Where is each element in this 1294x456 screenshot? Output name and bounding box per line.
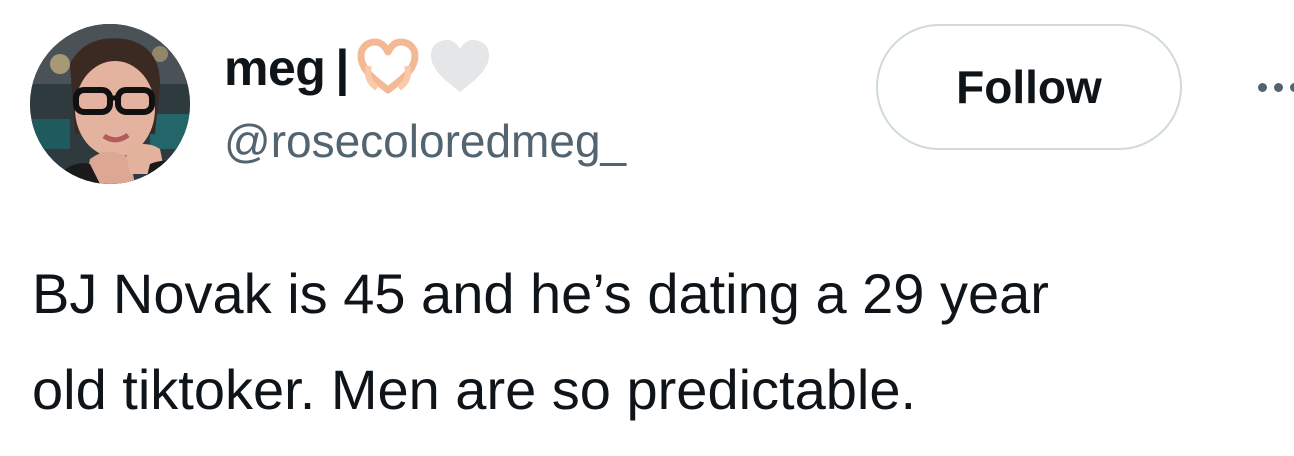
author-handle[interactable]: @rosecoloredmeg_	[224, 114, 626, 168]
name-separator: |	[335, 40, 350, 96]
more-dot	[1290, 83, 1294, 92]
white-heart-emoji-icon	[427, 36, 493, 101]
more-horizontal-icon[interactable]	[1254, 72, 1294, 102]
more-dot	[1274, 83, 1283, 92]
avatar[interactable]	[30, 24, 190, 184]
heart-hands-emoji-icon	[355, 36, 421, 101]
tweet-text: BJ Novak is 45 and he’s dating a 29 year…	[32, 262, 1049, 421]
display-name[interactable]: meg	[224, 39, 326, 97]
tweet-card: meg | @rosecoloredmeg_ Follow BJ Novak i…	[0, 0, 1294, 456]
display-name-row[interactable]: meg |	[224, 36, 493, 100]
more-dot	[1258, 83, 1267, 92]
follow-button[interactable]: Follow	[876, 24, 1182, 150]
